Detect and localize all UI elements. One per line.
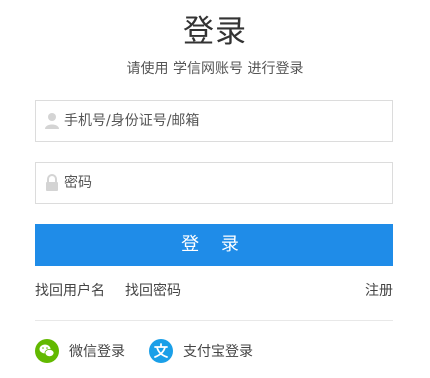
alipay-icon: [149, 339, 173, 363]
login-button[interactable]: 登 录: [35, 224, 393, 266]
username-field[interactable]: [35, 100, 393, 142]
forgot-username-link[interactable]: 找回用户名: [35, 281, 105, 301]
password-field[interactable]: [35, 162, 393, 204]
register-link[interactable]: 注册: [365, 281, 393, 301]
divider: [35, 320, 393, 321]
wechat-login-label: 微信登录: [69, 344, 125, 360]
username-input[interactable]: [64, 101, 384, 141]
user-icon: [44, 112, 60, 130]
alipay-login-label: 支付宝登录: [183, 344, 253, 360]
lock-icon: [44, 174, 60, 192]
wechat-login-button[interactable]: 微信登录: [35, 339, 125, 363]
wechat-icon: [35, 339, 59, 363]
page-title: 登录: [183, 14, 247, 50]
alipay-login-button[interactable]: 支付宝登录: [149, 339, 253, 363]
page-subtitle: 请使用 学信网账号 进行登录: [126, 61, 304, 77]
password-input[interactable]: [64, 163, 384, 203]
forgot-password-link[interactable]: 找回密码: [125, 281, 181, 301]
